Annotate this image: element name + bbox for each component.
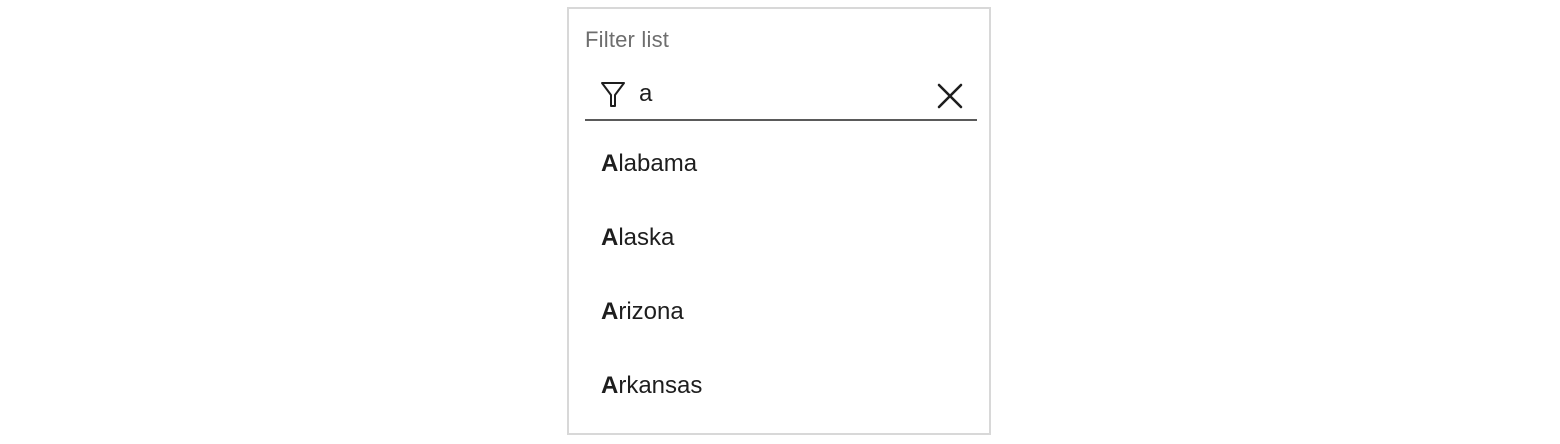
- match-highlight: A: [601, 372, 619, 399]
- funnel-icon: [601, 82, 625, 107]
- close-icon[interactable]: [935, 81, 965, 111]
- list-item[interactable]: Arkansas: [569, 349, 989, 423]
- search-field[interactable]: [585, 71, 977, 121]
- search-input[interactable]: [639, 79, 919, 109]
- match-highlight: A: [601, 298, 619, 325]
- item-label: rizona: [618, 298, 684, 325]
- match-highlight: A: [601, 224, 619, 251]
- list-item[interactable]: Alaska: [569, 201, 989, 275]
- filter-list-panel: Filter list Alabama Alaska Arizona Arkan…: [567, 7, 991, 435]
- item-label: labama: [618, 150, 698, 177]
- filter-list-label: Filter list: [585, 27, 670, 52]
- list-item[interactable]: Alabama: [569, 127, 989, 201]
- match-highlight: A: [601, 150, 619, 177]
- item-label: rkansas: [618, 372, 703, 399]
- item-label: laska: [618, 224, 675, 251]
- list-item[interactable]: Arizona: [569, 275, 989, 349]
- results-list: Alabama Alaska Arizona Arkansas: [569, 127, 989, 423]
